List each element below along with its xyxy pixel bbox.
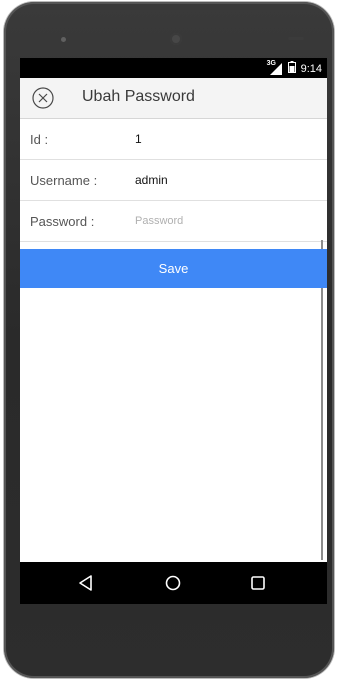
username-label: Username : [30,173,98,188]
username-row: Username : admin [20,160,327,201]
page-title: Ubah Password [82,88,195,105]
navigation-bar [20,562,327,604]
id-row: Id : 1 [20,119,327,160]
close-icon[interactable] [32,87,54,109]
password-input[interactable] [132,210,323,232]
battery-icon [287,61,296,76]
back-icon[interactable] [76,573,96,593]
screen: 3G 9:14 Ubah Password Id: 1 Username: … [20,58,327,604]
password-label: Password : [30,214,95,229]
proximity-sensor [288,37,304,40]
id-value: 1 [135,132,142,146]
username-value: admin [135,173,168,187]
id-label: Id : [30,132,49,147]
password-row: Password : [20,201,327,242]
save-button[interactable]: Save [20,249,327,288]
app-bar: Ubah Password [20,78,327,119]
status-time: 9:14 [300,62,322,75]
home-icon[interactable] [163,573,183,593]
scrollbar[interactable] [321,240,323,560]
signal-icon: 3G [267,60,283,75]
status-bar: 3G 9:14 [20,58,327,78]
speaker-dot [61,37,66,42]
status-icons: 3G 9:14 [267,60,322,76]
recents-icon[interactable] [248,573,268,593]
front-camera [170,33,182,45]
